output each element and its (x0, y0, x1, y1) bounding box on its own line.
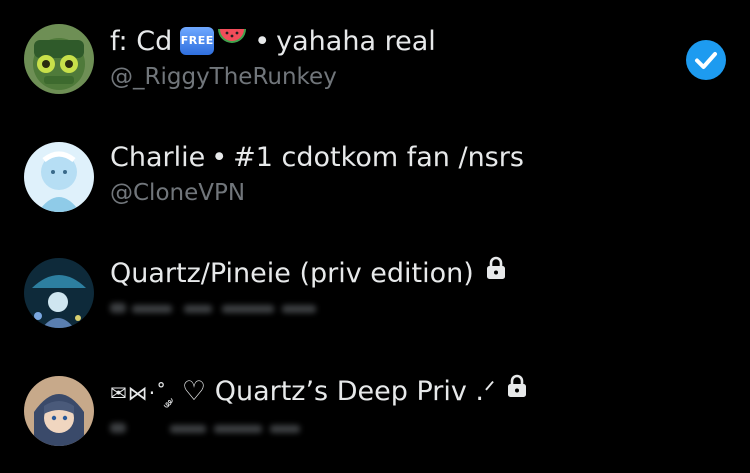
name-separator: • (254, 26, 271, 57)
lock-icon (486, 256, 506, 288)
avatar-image (24, 376, 94, 446)
avatar-image (24, 142, 94, 212)
avatar (24, 142, 94, 212)
display-name-prefix: Charlie (110, 142, 206, 173)
display-name-suffix: yahaha real (276, 26, 436, 57)
username-handle-obscured (110, 297, 320, 326)
avatar (24, 24, 94, 94)
username-handle-obscured (110, 414, 310, 442)
watermelon-icon (216, 25, 248, 57)
name-separator: • (211, 142, 228, 173)
display-name-text: ♡ Quartz’s Deep Priv .ᐟ (181, 376, 496, 407)
display-name-decoration: ✉⋈·˚ ༘ (110, 381, 174, 405)
selected-check-icon (686, 40, 726, 80)
lock-icon (507, 374, 527, 406)
account-switcher-list: f: Cd FREE • yahaha real @_RiggyTheRunkey (0, 0, 750, 473)
display-name: Quartz/Pineie (priv edition) (110, 256, 506, 291)
account-row-riggy[interactable]: f: Cd FREE • yahaha real @_RiggyTheRunkey (0, 0, 750, 116)
display-name: f: Cd FREE • yahaha real (110, 26, 436, 59)
display-name-prefix: f: Cd (110, 26, 173, 57)
account-row-charlie[interactable]: Charlie • #1 cdotkom fan /nsrs @CloneVPN (0, 116, 750, 232)
username-handle: @_RiggyTheRunkey (110, 64, 337, 90)
avatar-image (24, 24, 94, 94)
username-handle: @CloneVPN (110, 180, 246, 206)
display-name: Charlie • #1 cdotkom fan /nsrs (110, 142, 524, 174)
display-name: ✉⋈·˚ ༘ ♡ Quartz’s Deep Priv .ᐟ (110, 374, 527, 409)
display-name-text: Quartz/Pineie (priv edition) (110, 258, 474, 289)
account-row-quartz-pineie[interactable]: Quartz/Pineie (priv edition) (0, 232, 750, 348)
avatar (24, 258, 94, 328)
display-name-suffix: #1 cdotkom fan /nsrs (233, 142, 524, 173)
avatar (24, 376, 94, 446)
free-badge-icon: FREE (180, 26, 215, 55)
avatar-image (24, 258, 94, 328)
account-row-quartz-deep-priv[interactable]: ✉⋈·˚ ༘ ♡ Quartz’s Deep Priv .ᐟ (0, 348, 750, 464)
